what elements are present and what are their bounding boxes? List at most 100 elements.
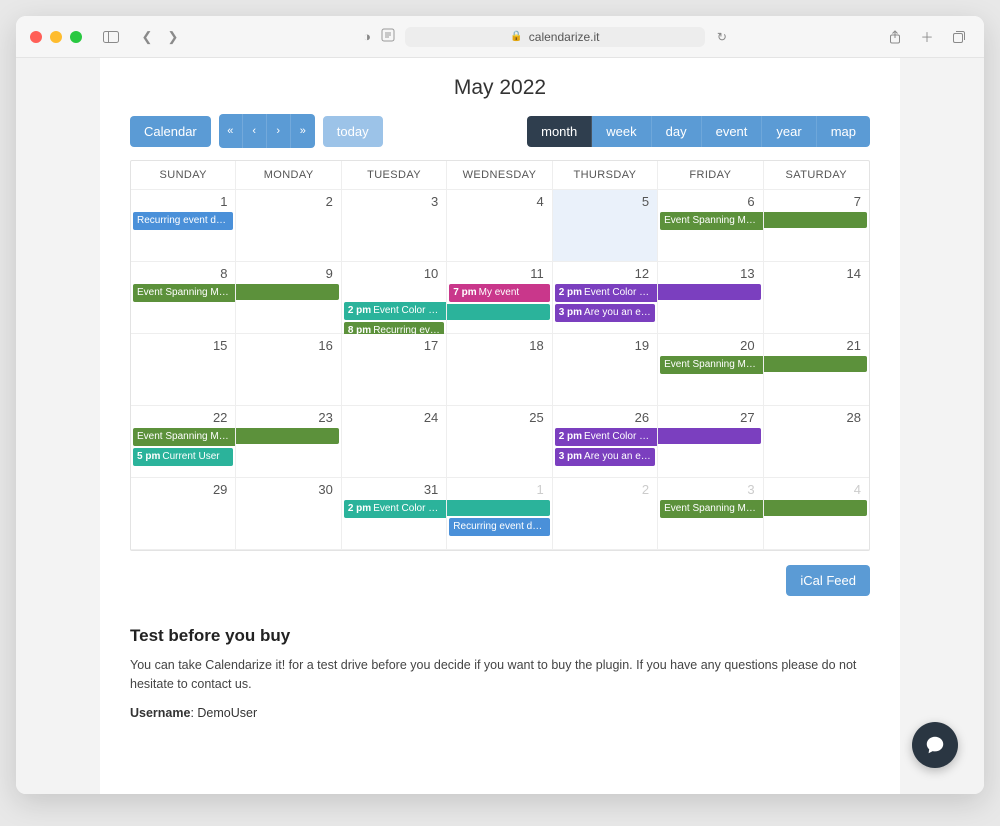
day-cell[interactable]: 1 Recurring event demo	[131, 190, 236, 262]
first-icon[interactable]: «	[219, 114, 243, 148]
event[interactable]: 2 pmEvent Color by Calendar (Purple)	[555, 284, 657, 302]
today-button[interactable]: today	[323, 116, 383, 147]
ical-feed-button[interactable]: iCal Feed	[786, 565, 870, 596]
event[interactable]: 2 pmEvent Color by Calendar (Green)	[344, 302, 446, 320]
reader-mode-icon[interactable]	[381, 28, 395, 45]
day-cell[interactable]: 19	[553, 334, 658, 406]
day-cell[interactable]: 7	[764, 190, 869, 262]
day-cell[interactable]: 28	[764, 406, 869, 478]
next-icon[interactable]: ›	[267, 114, 291, 148]
event[interactable]	[764, 212, 867, 228]
event[interactable]: Event Spanning Multiple Days	[660, 500, 762, 518]
chat-fab[interactable]	[912, 722, 958, 768]
day-cell[interactable]: 312 pmEvent Color by Calendar (Green)	[342, 478, 447, 550]
day-cell[interactable]: 13	[658, 262, 763, 334]
day-cell[interactable]: 23	[236, 406, 341, 478]
day-cell[interactable]: 102 pmEvent Color by Calendar (Green)8 p…	[342, 262, 447, 334]
day-cell[interactable]: 2	[553, 478, 658, 550]
tabs-overview-icon[interactable]	[948, 26, 970, 48]
event[interactable]	[447, 500, 549, 516]
day-cell[interactable]: 29	[131, 478, 236, 550]
day-cell[interactable]: 22 Event Spanning Multiple Days 5 pmCurren…	[131, 406, 236, 478]
lock-icon: 🔒	[510, 31, 522, 42]
day-cell[interactable]: 30	[236, 478, 341, 550]
view-year[interactable]: year	[762, 116, 816, 147]
day-cell[interactable]: 3Event Spanning Multiple Days	[658, 478, 763, 550]
day-cell[interactable]: 4	[764, 478, 869, 550]
calendar-button[interactable]: Calendar	[130, 116, 211, 147]
day-cell[interactable]: 8Event Spanning Multiple Days	[131, 262, 236, 334]
day-cell[interactable]: 27	[658, 406, 763, 478]
event[interactable]: Event Spanning Multiple Days	[133, 428, 235, 446]
reload-icon[interactable]: ↻	[717, 30, 727, 44]
event[interactable]: Event Spanning Multiple Days	[660, 356, 762, 374]
day-number: 1	[220, 194, 227, 209]
calendar-grid: SUNDAYMONDAYTUESDAYWEDNESDAYTHURSDAYFRID…	[130, 160, 870, 551]
day-cell[interactable]: 20Event Spanning Multiple Days	[658, 334, 763, 406]
view-month[interactable]: month	[527, 116, 592, 147]
view-map[interactable]: map	[817, 116, 870, 147]
day-cell[interactable]: 117 pmMy event	[447, 262, 552, 334]
event[interactable]: 3 pmAre you an entrepreneur?	[555, 304, 655, 322]
day-cell[interactable]: 122 pmEvent Color by Calendar (Purple)3 …	[553, 262, 658, 334]
day-header: SUNDAY	[131, 161, 236, 190]
event[interactable]: 2 pmEvent Color by Calendar (Green)	[344, 500, 446, 518]
day-cell[interactable]: 9	[236, 262, 341, 334]
day-cell[interactable]: 17	[342, 334, 447, 406]
privacy-shield-icon[interactable]: ◑	[363, 29, 371, 44]
day-cell[interactable]: 14	[764, 262, 869, 334]
credential-username: Username: DemoUser	[130, 706, 870, 720]
view-week[interactable]: week	[592, 116, 651, 147]
new-tab-icon[interactable]: ＋	[916, 26, 938, 48]
maximize-window-dot[interactable]	[70, 31, 82, 43]
event[interactable]: Event Spanning Multiple Days	[660, 212, 762, 230]
event[interactable]: 7 pmMy event	[449, 284, 549, 302]
event[interactable]	[764, 500, 867, 516]
day-number: 5	[642, 194, 649, 209]
share-icon[interactable]	[884, 26, 906, 48]
prev-icon[interactable]: ‹	[243, 114, 267, 148]
day-cell[interactable]: 18	[447, 334, 552, 406]
view-event[interactable]: event	[702, 116, 763, 147]
day-number: 22	[213, 410, 227, 425]
day-number: 16	[318, 338, 332, 353]
view-day[interactable]: day	[652, 116, 702, 147]
last-icon[interactable]: »	[291, 114, 315, 148]
event[interactable]: 2 pmEvent Color by Calendar (Purple)	[555, 428, 657, 446]
day-cell[interactable]: 262 pmEvent Color by Calendar (Purple)3 …	[553, 406, 658, 478]
event[interactable]: 3 pmAre you an entrepreneur?	[555, 448, 655, 466]
event[interactable]	[236, 428, 338, 444]
window-traffic-lights[interactable]	[30, 31, 82, 43]
day-cell[interactable]: 2	[236, 190, 341, 262]
day-cell[interactable]: 24	[342, 406, 447, 478]
back-icon[interactable]: ❮	[136, 26, 158, 48]
day-cell[interactable]: 1 Recurring event demo	[447, 478, 552, 550]
forward-icon[interactable]: ❯	[162, 26, 184, 48]
event[interactable]	[658, 284, 760, 300]
day-cell[interactable]: 3	[342, 190, 447, 262]
day-cell[interactable]: 21	[764, 334, 869, 406]
event[interactable]: Recurring event demo	[133, 212, 233, 230]
day-number: 2	[642, 482, 649, 497]
day-cell[interactable]: 25	[447, 406, 552, 478]
event[interactable]	[764, 356, 867, 372]
day-cell[interactable]: 16	[236, 334, 341, 406]
close-window-dot[interactable]	[30, 31, 42, 43]
event[interactable]	[658, 428, 760, 444]
day-number: 24	[424, 410, 438, 425]
address-bar[interactable]: 🔒 calendarize.it ↻	[405, 27, 705, 47]
minimize-window-dot[interactable]	[50, 31, 62, 43]
day-cell[interactable]: 4	[447, 190, 552, 262]
event[interactable]: 5 pmCurrent User	[133, 448, 233, 466]
day-number: 30	[318, 482, 332, 497]
sidebar-toggle-icon[interactable]	[100, 26, 122, 48]
day-number: 6	[747, 194, 754, 209]
event[interactable]	[236, 284, 338, 300]
day-cell[interactable]: 5	[553, 190, 658, 262]
day-cell[interactable]: 6 Event Spanning Multiple Days	[658, 190, 763, 262]
section-heading: Test before you buy	[130, 626, 870, 646]
day-cell[interactable]: 15	[131, 334, 236, 406]
event[interactable]	[447, 304, 549, 320]
event[interactable]: Recurring event demo	[449, 518, 549, 536]
event[interactable]: Event Spanning Multiple Days	[133, 284, 235, 302]
